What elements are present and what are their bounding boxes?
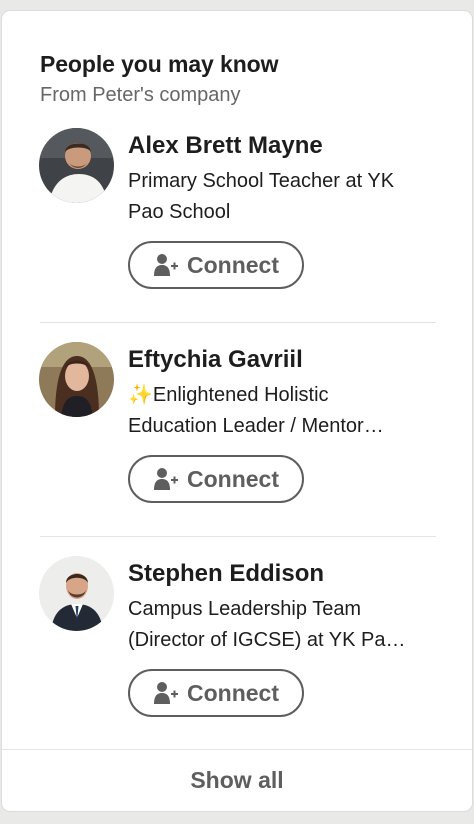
avatar[interactable] [39, 128, 114, 203]
person-name[interactable]: Alex Brett Mayne [128, 132, 323, 160]
person-headline: Campus Leadership Team (Director of IGCS… [128, 598, 406, 651]
connect-label: Connect [187, 679, 279, 706]
person-name[interactable]: Eftychia Gavriil [128, 346, 303, 374]
people-you-may-know-card: People you may know From Peter's company… [2, 11, 472, 811]
show-all-button[interactable]: Show all [2, 750, 472, 811]
add-person-icon [154, 468, 178, 490]
connect-label: Connect [187, 465, 279, 492]
person-headline: Primary School Teacher at YK Pao School [128, 170, 395, 223]
connect-button[interactable]: Connect [128, 241, 304, 289]
avatar[interactable] [39, 556, 114, 631]
person-name[interactable]: Stephen Eddison [128, 560, 324, 588]
avatar[interactable] [39, 342, 114, 417]
connect-button[interactable]: Connect [128, 455, 304, 503]
divider [40, 536, 436, 537]
connect-button[interactable]: Connect [128, 669, 304, 717]
card-subtitle: From Peter's company [40, 84, 241, 106]
person-headline: ✨Enlightened Holistic Education Leader /… [128, 384, 384, 437]
card-title: People you may know [40, 51, 279, 77]
add-person-icon [154, 254, 178, 276]
divider [40, 322, 436, 323]
person-item: Eftychia Gavriil ✨Enlightened Holistic E… [2, 342, 472, 556]
person-item: Stephen Eddison Campus Leadership Team (… [2, 556, 472, 770]
connect-label: Connect [187, 251, 279, 278]
person-item: Alex Brett Mayne Primary School Teacher … [2, 128, 472, 342]
add-person-icon [154, 682, 178, 704]
